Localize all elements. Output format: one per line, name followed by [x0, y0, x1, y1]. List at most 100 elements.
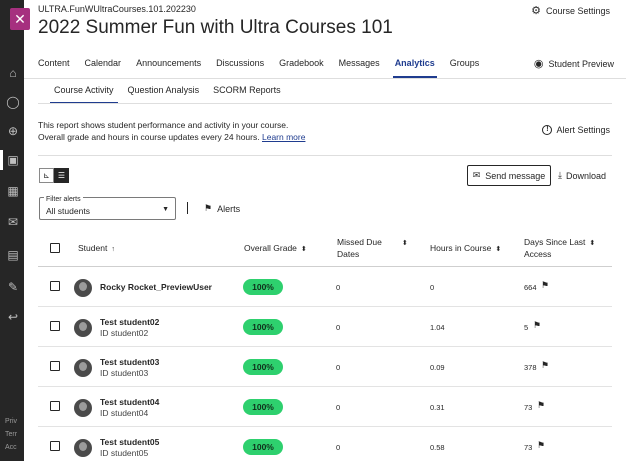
- row-checkbox[interactable]: [50, 281, 60, 291]
- institution-icon[interactable]: ⌂: [6, 66, 20, 80]
- flag-icon[interactable]: ⚑: [533, 320, 541, 331]
- view-toggle: ⊾ ☰: [39, 168, 69, 183]
- days-since-access: 5: [524, 323, 529, 332]
- report-update-note: Overall grade and hours in course update…: [38, 132, 305, 142]
- messages-icon[interactable]: ✉: [6, 215, 20, 229]
- student-preview-button[interactable]: ◉ Student Preview: [534, 57, 614, 70]
- alert-settings-button[interactable]: ! Alert Settings: [542, 125, 610, 135]
- table-row: Test student03 ID student03 100% 0 0.09 …: [38, 347, 612, 387]
- hours-in-course: 1.04: [430, 323, 445, 332]
- flag-icon[interactable]: ⚑: [541, 280, 549, 291]
- calendar-icon[interactable]: ▦: [6, 184, 20, 198]
- alerts-filter-button[interactable]: ⚑ Alerts: [204, 203, 240, 214]
- missed-due-dates: 0: [336, 283, 341, 292]
- student-name[interactable]: Rocky Rocket_PreviewUser: [100, 282, 212, 292]
- select-all-checkbox[interactable]: [50, 243, 60, 253]
- tab-analytics[interactable]: Analytics: [392, 52, 437, 78]
- days-since-access: 73: [524, 443, 533, 452]
- alert-icon: !: [542, 125, 553, 135]
- report-description: This report shows student performance an…: [38, 120, 289, 130]
- profile-icon[interactable]: ◯: [6, 95, 20, 109]
- send-message-label: Send message: [485, 170, 546, 181]
- missed-due-dates: 0: [336, 443, 341, 452]
- row-checkbox[interactable]: [50, 361, 60, 371]
- student-name[interactable]: Test student04: [100, 397, 159, 407]
- hours-in-course: 0.31: [430, 403, 445, 412]
- table-row: Test student04 ID student04 100% 0 0.31 …: [38, 387, 612, 427]
- table-row: Test student05 ID student05 100% 0 0.58 …: [38, 427, 612, 461]
- flag-icon[interactable]: ⚑: [537, 400, 545, 411]
- student-name[interactable]: Test student03: [100, 357, 159, 367]
- sign-out-icon[interactable]: ↩: [6, 310, 20, 324]
- filter-alerts-label: Filter alerts: [44, 196, 83, 203]
- student-id: ID student05: [100, 448, 149, 458]
- avatar: [74, 399, 92, 417]
- student-column-header[interactable]: Student ↑: [78, 243, 115, 255]
- filter-divider: [187, 202, 188, 214]
- subtab-course-activity[interactable]: Course Activity: [50, 84, 118, 104]
- sort-icon: ⬍: [495, 246, 502, 253]
- row-checkbox[interactable]: [50, 401, 60, 411]
- learn-more-link[interactable]: Learn more: [262, 132, 305, 142]
- hours-column-header[interactable]: Hours in Course ⬍: [430, 243, 501, 255]
- hours-in-course: 0: [430, 283, 435, 292]
- tab-calendar[interactable]: Calendar: [85, 52, 122, 78]
- course-settings-link[interactable]: ⚙ Course Settings: [531, 4, 610, 17]
- course-code: ULTRA.FunWUltraCourses.101.202230: [38, 4, 196, 14]
- filter-alerts-value: All students: [46, 206, 90, 216]
- row-checkbox[interactable]: [50, 441, 60, 451]
- missed-dates-column-header[interactable]: Missed Due ⬍ Dates: [337, 237, 408, 260]
- list-view-icon[interactable]: ☰: [54, 168, 69, 183]
- tab-groups[interactable]: Groups: [450, 52, 480, 78]
- course-title: 2022 Summer Fun with Ultra Courses 101: [38, 17, 393, 38]
- chart-view-icon[interactable]: ⊾: [39, 168, 54, 183]
- subtab-scorm-reports[interactable]: SCORM Reports: [213, 84, 281, 104]
- left-navigation: ⌂ ◯ ⊕ ▣ ▦ ✉ ▤ ✎ ↩ Priv Terr Acc: [0, 0, 24, 461]
- avatar: [74, 319, 92, 337]
- grade-badge: 100%: [243, 439, 283, 455]
- table-row: Test student02 ID student02 100% 0 1.04 …: [38, 307, 612, 347]
- courses-icon[interactable]: ▣: [6, 153, 20, 167]
- hours-in-course: 0.09: [430, 363, 445, 372]
- footer-terms-link[interactable]: Terr: [5, 431, 17, 438]
- tab-gradebook[interactable]: Gradebook: [279, 52, 324, 78]
- course-tabs: Content Calendar Announcements Discussio…: [38, 52, 494, 78]
- tools-icon[interactable]: ✎: [6, 280, 20, 294]
- flag-icon[interactable]: ⚑: [537, 440, 545, 451]
- avatar: [74, 359, 92, 377]
- student-id: ID student04: [100, 408, 149, 418]
- flag-icon[interactable]: ⚑: [541, 360, 549, 371]
- grades-icon[interactable]: ▤: [6, 248, 20, 262]
- course-panel: ✕ ULTRA.FunWUltraCourses.101.202230 2022…: [10, 0, 626, 461]
- student-id: ID student02: [100, 328, 149, 338]
- hours-in-course: 0.58: [430, 443, 445, 452]
- chevron-down-icon: ▼: [162, 206, 169, 213]
- tab-discussions[interactable]: Discussions: [216, 52, 264, 78]
- student-name[interactable]: Test student05: [100, 437, 159, 447]
- days-since-access-column-header[interactable]: Days Since Last ⬍ Access: [524, 237, 595, 260]
- alert-settings-label: Alert Settings: [556, 125, 610, 135]
- days-since-access: 73: [524, 403, 533, 412]
- flag-icon: ⚑: [204, 203, 213, 213]
- sort-icon: ⬍: [401, 240, 408, 247]
- sort-icon: ⬍: [300, 246, 307, 253]
- row-checkbox[interactable]: [50, 321, 60, 331]
- missed-due-dates: 0: [336, 403, 341, 412]
- grade-badge: 100%: [243, 359, 283, 375]
- tab-content[interactable]: Content: [38, 52, 70, 78]
- globe-icon[interactable]: ⊕: [6, 124, 20, 138]
- grade-column-header[interactable]: Overall Grade ⬍: [244, 243, 307, 255]
- filter-alerts-select[interactable]: Filter alerts All students ▼: [39, 196, 176, 220]
- tab-messages[interactable]: Messages: [339, 52, 380, 78]
- missed-due-dates: 0: [336, 323, 341, 332]
- tab-announcements[interactable]: Announcements: [136, 52, 201, 78]
- footer-accessibility-link[interactable]: Acc: [5, 444, 17, 451]
- footer-privacy-link[interactable]: Priv: [5, 418, 17, 425]
- close-panel-button[interactable]: ✕: [10, 8, 30, 30]
- download-button[interactable]: ⤓ Download: [558, 170, 606, 181]
- avatar: [74, 279, 92, 297]
- subtab-question-analysis[interactable]: Question Analysis: [128, 84, 200, 104]
- send-message-button[interactable]: ✉ Send message: [467, 165, 551, 186]
- student-name[interactable]: Test student02: [100, 317, 159, 327]
- envelope-icon: ✉: [472, 170, 481, 180]
